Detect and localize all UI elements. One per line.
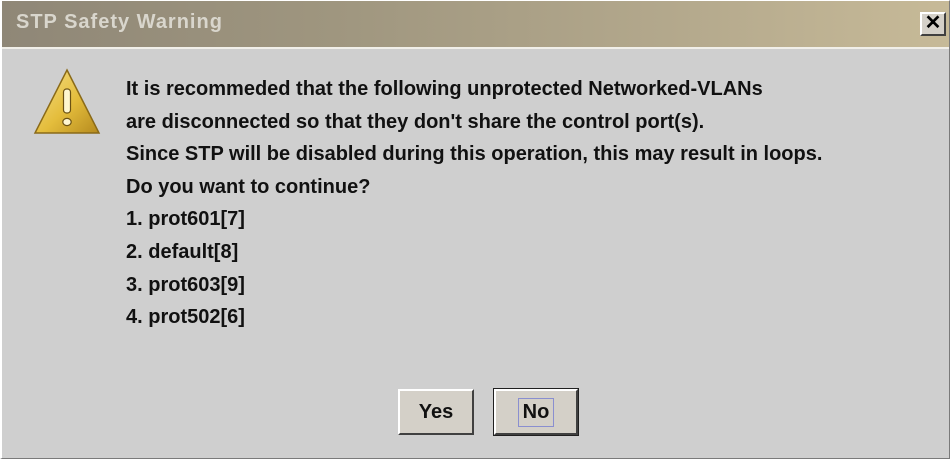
message-line: Since STP will be disabled during this o… [126, 143, 823, 166]
vlan-list-item: 1. prot601[7] [126, 208, 245, 231]
yes-button[interactable]: Yes [398, 389, 474, 435]
vlan-list-item: 4. prot502[6] [126, 306, 245, 329]
title-bar[interactable]: STP Safety Warning ✕ [2, 1, 949, 49]
close-icon: ✕ [924, 12, 942, 34]
no-button-label: No [517, 397, 555, 427]
vlan-list-item: 3. prot603[9] [126, 273, 245, 296]
window-title: STP Safety Warning [16, 11, 223, 33]
vlan-list-item: 2. default[8] [126, 240, 239, 263]
message-line: It is recommeded that the following unpr… [126, 78, 763, 100]
message-question: Do you want to continue? [126, 175, 371, 198]
close-button[interactable]: ✕ [920, 12, 946, 36]
message-text: It is recommeded that the following unpr… [126, 73, 822, 334]
stp-safety-warning-dialog: STP Safety Warning ✕ It is recommeded th… [0, 0, 950, 459]
yes-button-label: Yes [418, 400, 454, 423]
warning-icon [33, 68, 101, 134]
no-button[interactable]: No [493, 388, 579, 436]
message-line: are disconnected so that they don't shar… [126, 110, 705, 133]
